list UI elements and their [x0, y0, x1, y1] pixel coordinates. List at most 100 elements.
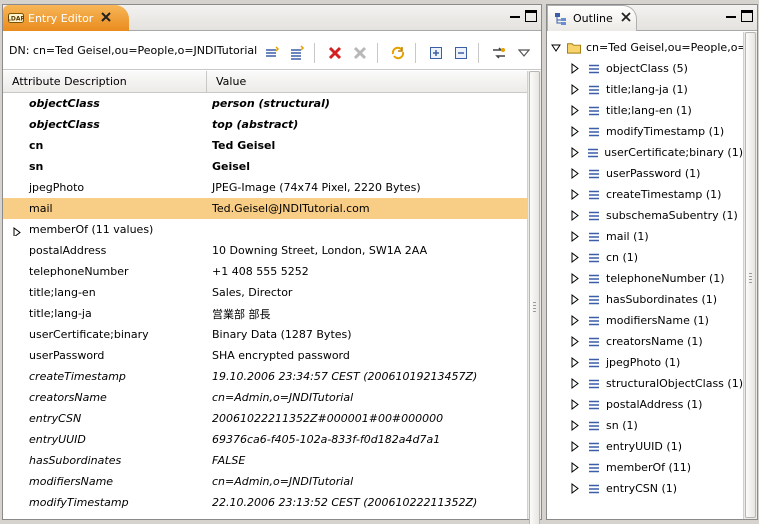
tree-node[interactable]: cn (1) — [547, 247, 743, 268]
tree-node[interactable]: subschemaSubentry (1) — [547, 205, 743, 226]
chevron-right-icon[interactable] — [569, 441, 581, 452]
chevron-right-icon[interactable] — [569, 420, 581, 431]
tree-node[interactable]: structuralObjectClass (1) — [547, 373, 743, 394]
table-row[interactable]: title;lang-ja 営業部 部長 — [3, 303, 527, 324]
value-cell[interactable]: Geisel — [207, 160, 527, 173]
maximize-icon[interactable] — [741, 10, 753, 22]
close-icon[interactable] — [621, 12, 631, 25]
table-row[interactable]: mail Ted.Geisel@JNDITutorial.com — [3, 198, 527, 219]
close-icon[interactable] — [101, 11, 112, 25]
value-cell[interactable]: 20061022211352Z#000001#00#000000 — [207, 412, 527, 425]
chevron-right-icon[interactable] — [569, 357, 581, 368]
tab-outline[interactable]: Outline — [547, 5, 637, 31]
value-cell[interactable]: person (structural) — [207, 97, 527, 110]
tree-node[interactable]: modifiersName (1) — [547, 310, 743, 331]
table-row[interactable]: objectClass top (abstract) — [3, 114, 527, 135]
value-cell[interactable]: 22.10.2006 23:13:52 CEST (20061022211352… — [207, 496, 527, 509]
chevron-right-icon[interactable] — [569, 63, 581, 74]
tree-node[interactable]: title;lang-en (1) — [547, 100, 743, 121]
new-value-icon[interactable] — [261, 42, 283, 64]
chevron-right-icon[interactable] — [569, 84, 581, 95]
expand-all-icon[interactable] — [425, 42, 447, 64]
value-cell[interactable]: Sales, Director — [207, 286, 527, 299]
table-row[interactable]: modifyTimestamp 22.10.2006 23:13:52 CEST … — [3, 492, 527, 513]
new-attribute-icon[interactable] — [286, 42, 308, 64]
table-row[interactable]: entryUUID 69376ca6-f405-102a-833f-f0d182a… — [3, 429, 527, 450]
tree-node[interactable]: telephoneNumber (1) — [547, 268, 743, 289]
chevron-right-icon[interactable] — [13, 227, 21, 236]
value-cell[interactable]: 10 Downing Street, London, SW1A 2AA — [207, 244, 527, 257]
tree-node[interactable]: userPassword (1) — [547, 163, 743, 184]
value-cell[interactable]: SHA encrypted password — [207, 349, 527, 362]
value-cell[interactable]: Ted.Geisel@JNDITutorial.com — [207, 202, 527, 215]
tree-node[interactable]: objectClass (5) — [547, 58, 743, 79]
value-cell[interactable]: Ted Geisel — [207, 139, 527, 152]
tree-node[interactable]: createTimestamp (1) — [547, 184, 743, 205]
delete-icon[interactable] — [324, 42, 346, 64]
value-cell[interactable]: 営業部 部長 — [207, 306, 527, 322]
scrollbar-thumb[interactable] — [529, 71, 540, 524]
show-decorated-icon[interactable] — [488, 42, 510, 64]
collapse-all-icon[interactable] — [450, 42, 472, 64]
value-cell[interactable]: top (abstract) — [207, 118, 527, 131]
table-row[interactable]: creatorsName cn=Admin,o=JNDITutorial — [3, 387, 527, 408]
tree-node[interactable]: mail (1) — [547, 226, 743, 247]
value-cell[interactable]: 19.10.2006 23:34:57 CEST (20061019213457… — [207, 370, 527, 383]
table-row[interactable]: objectClass person (structural) — [3, 93, 527, 114]
chevron-right-icon[interactable] — [569, 147, 580, 158]
column-header-attribute[interactable]: Attribute Description — [3, 71, 207, 92]
table-row[interactable]: modifiersName cn=Admin,o=JNDITutorial — [3, 471, 527, 492]
value-cell[interactable]: FALSE — [207, 454, 527, 467]
value-cell[interactable]: cn=Admin,o=JNDITutorial — [207, 475, 527, 488]
tree-node[interactable]: hasSubordinates (1) — [547, 289, 743, 310]
tree-root-node[interactable]: cn=Ted Geisel,ou=People,o=JNDITutorial — [547, 37, 743, 58]
chevron-right-icon[interactable] — [569, 273, 581, 284]
table-row[interactable]: createTimestamp 19.10.2006 23:34:57 CEST … — [3, 366, 527, 387]
chevron-right-icon[interactable] — [569, 126, 581, 137]
tree-node[interactable]: title;lang-ja (1) — [547, 79, 743, 100]
table-row[interactable]: userCertificate;binary Binary Data (1287 … — [3, 324, 527, 345]
value-cell[interactable]: 69376ca6-f405-102a-833f-f0d182a4d7a1 — [207, 433, 527, 446]
value-cell[interactable]: Binary Data (1287 Bytes) — [207, 328, 527, 341]
table-row[interactable]: postalAddress 10 Downing Street, London, … — [3, 240, 527, 261]
delete-all-icon[interactable] — [349, 42, 371, 64]
table-row[interactable]: cn Ted Geisel — [3, 135, 527, 156]
tree-node[interactable]: modifyTimestamp (1) — [547, 121, 743, 142]
tree-node[interactable]: entryUUID (1) — [547, 436, 743, 457]
chevron-right-icon[interactable] — [569, 483, 581, 494]
chevron-right-icon[interactable] — [569, 189, 581, 200]
value-cell[interactable]: JPEG-Image (74x74 Pixel, 2220 Bytes) — [207, 181, 527, 194]
tab-entry-editor[interactable]: LDAP Entry Editor — [3, 5, 129, 31]
chevron-right-icon[interactable] — [569, 105, 581, 116]
chevron-right-icon[interactable] — [569, 399, 581, 410]
chevron-right-icon[interactable] — [569, 462, 581, 473]
table-row[interactable]: title;lang-en Sales, Director — [3, 282, 527, 303]
scrollbar-thumb[interactable] — [745, 32, 756, 518]
chevron-right-icon[interactable] — [569, 231, 581, 242]
tree-node[interactable]: userCertificate;binary (1) — [547, 142, 743, 163]
table-row[interactable]: telephoneNumber +1 408 555 5252 — [3, 261, 527, 282]
tree-node[interactable]: postalAddress (1) — [547, 394, 743, 415]
tree-node[interactable]: creatorsName (1) — [547, 331, 743, 352]
tree-node[interactable]: jpegPhoto (1) — [547, 352, 743, 373]
table-row[interactable]: entryCSN 20061022211352Z#000001#00#000000 — [3, 408, 527, 429]
maximize-icon[interactable] — [525, 10, 537, 22]
chevron-right-icon[interactable] — [569, 336, 581, 347]
table-row[interactable]: memberOf (11 values) — [3, 219, 527, 240]
minimize-icon[interactable] — [509, 10, 521, 22]
table-row[interactable]: jpegPhoto JPEG-Image (74x74 Pixel, 2220 B… — [3, 177, 527, 198]
table-row[interactable]: hasSubordinates FALSE — [3, 450, 527, 471]
table-row[interactable]: sn Geisel — [3, 156, 527, 177]
chevron-right-icon[interactable] — [569, 210, 581, 221]
refresh-icon[interactable] — [387, 42, 409, 64]
chevron-right-icon[interactable] — [569, 294, 581, 305]
outline-scrollbar[interactable] — [743, 32, 757, 519]
tree-node[interactable]: memberOf (11) — [547, 457, 743, 478]
chevron-right-icon[interactable] — [569, 315, 581, 326]
chevron-down-icon[interactable] — [551, 44, 561, 52]
minimize-icon[interactable] — [725, 10, 737, 22]
chevron-right-icon[interactable] — [569, 252, 581, 263]
editor-scrollbar[interactable] — [527, 71, 541, 524]
chevron-right-icon[interactable] — [569, 168, 581, 179]
view-menu-icon[interactable] — [513, 42, 535, 64]
